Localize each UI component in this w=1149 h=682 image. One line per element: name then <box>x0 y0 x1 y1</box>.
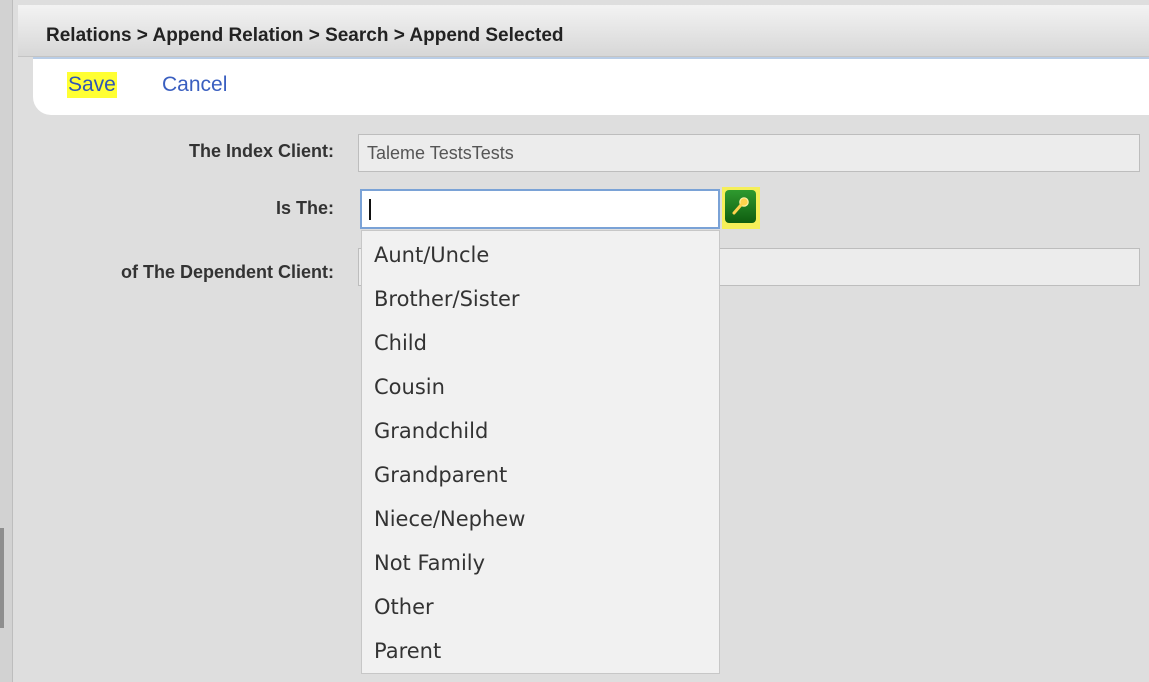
relation-dropdown: Aunt/Uncle Brother/Sister Child Cousin G… <box>361 230 720 674</box>
left-scroll-indicator <box>0 528 4 628</box>
dependent-client-label: of The Dependent Client: <box>121 262 334 282</box>
dropdown-option-child[interactable]: Child <box>362 321 719 365</box>
dropdown-option-niece-nephew[interactable]: Niece/Nephew <box>362 497 719 541</box>
lookup-pin-icon <box>725 190 756 223</box>
breadcrumb: Relations > Append Relation > Search > A… <box>46 25 564 46</box>
index-client-field: Taleme TestsTests <box>358 134 1140 172</box>
text-cursor <box>369 199 371 220</box>
is-the-label: Is The: <box>275 198 334 218</box>
dropdown-option-cousin[interactable]: Cousin <box>362 365 719 409</box>
toolbar: Save Cancel <box>33 57 1149 115</box>
dropdown-option-parent[interactable]: Parent <box>362 629 719 673</box>
index-client-label: The Index Client: <box>188 141 334 161</box>
dropdown-option-grandchild[interactable]: Grandchild <box>362 409 719 453</box>
dropdown-option-brother-sister[interactable]: Brother/Sister <box>362 277 719 321</box>
cancel-button[interactable]: Cancel <box>162 72 227 98</box>
save-button[interactable]: Save <box>67 72 117 98</box>
is-the-input[interactable] <box>360 189 720 229</box>
dropdown-option-grandparent[interactable]: Grandparent <box>362 453 719 497</box>
dropdown-option-other[interactable]: Other <box>362 585 719 629</box>
lookup-button[interactable] <box>722 187 760 229</box>
dropdown-option-aunt-uncle[interactable]: Aunt/Uncle <box>362 231 719 277</box>
dropdown-option-not-family[interactable]: Not Family <box>362 541 719 585</box>
page-header: Relations > Append Relation > Search > A… <box>18 5 1149 57</box>
